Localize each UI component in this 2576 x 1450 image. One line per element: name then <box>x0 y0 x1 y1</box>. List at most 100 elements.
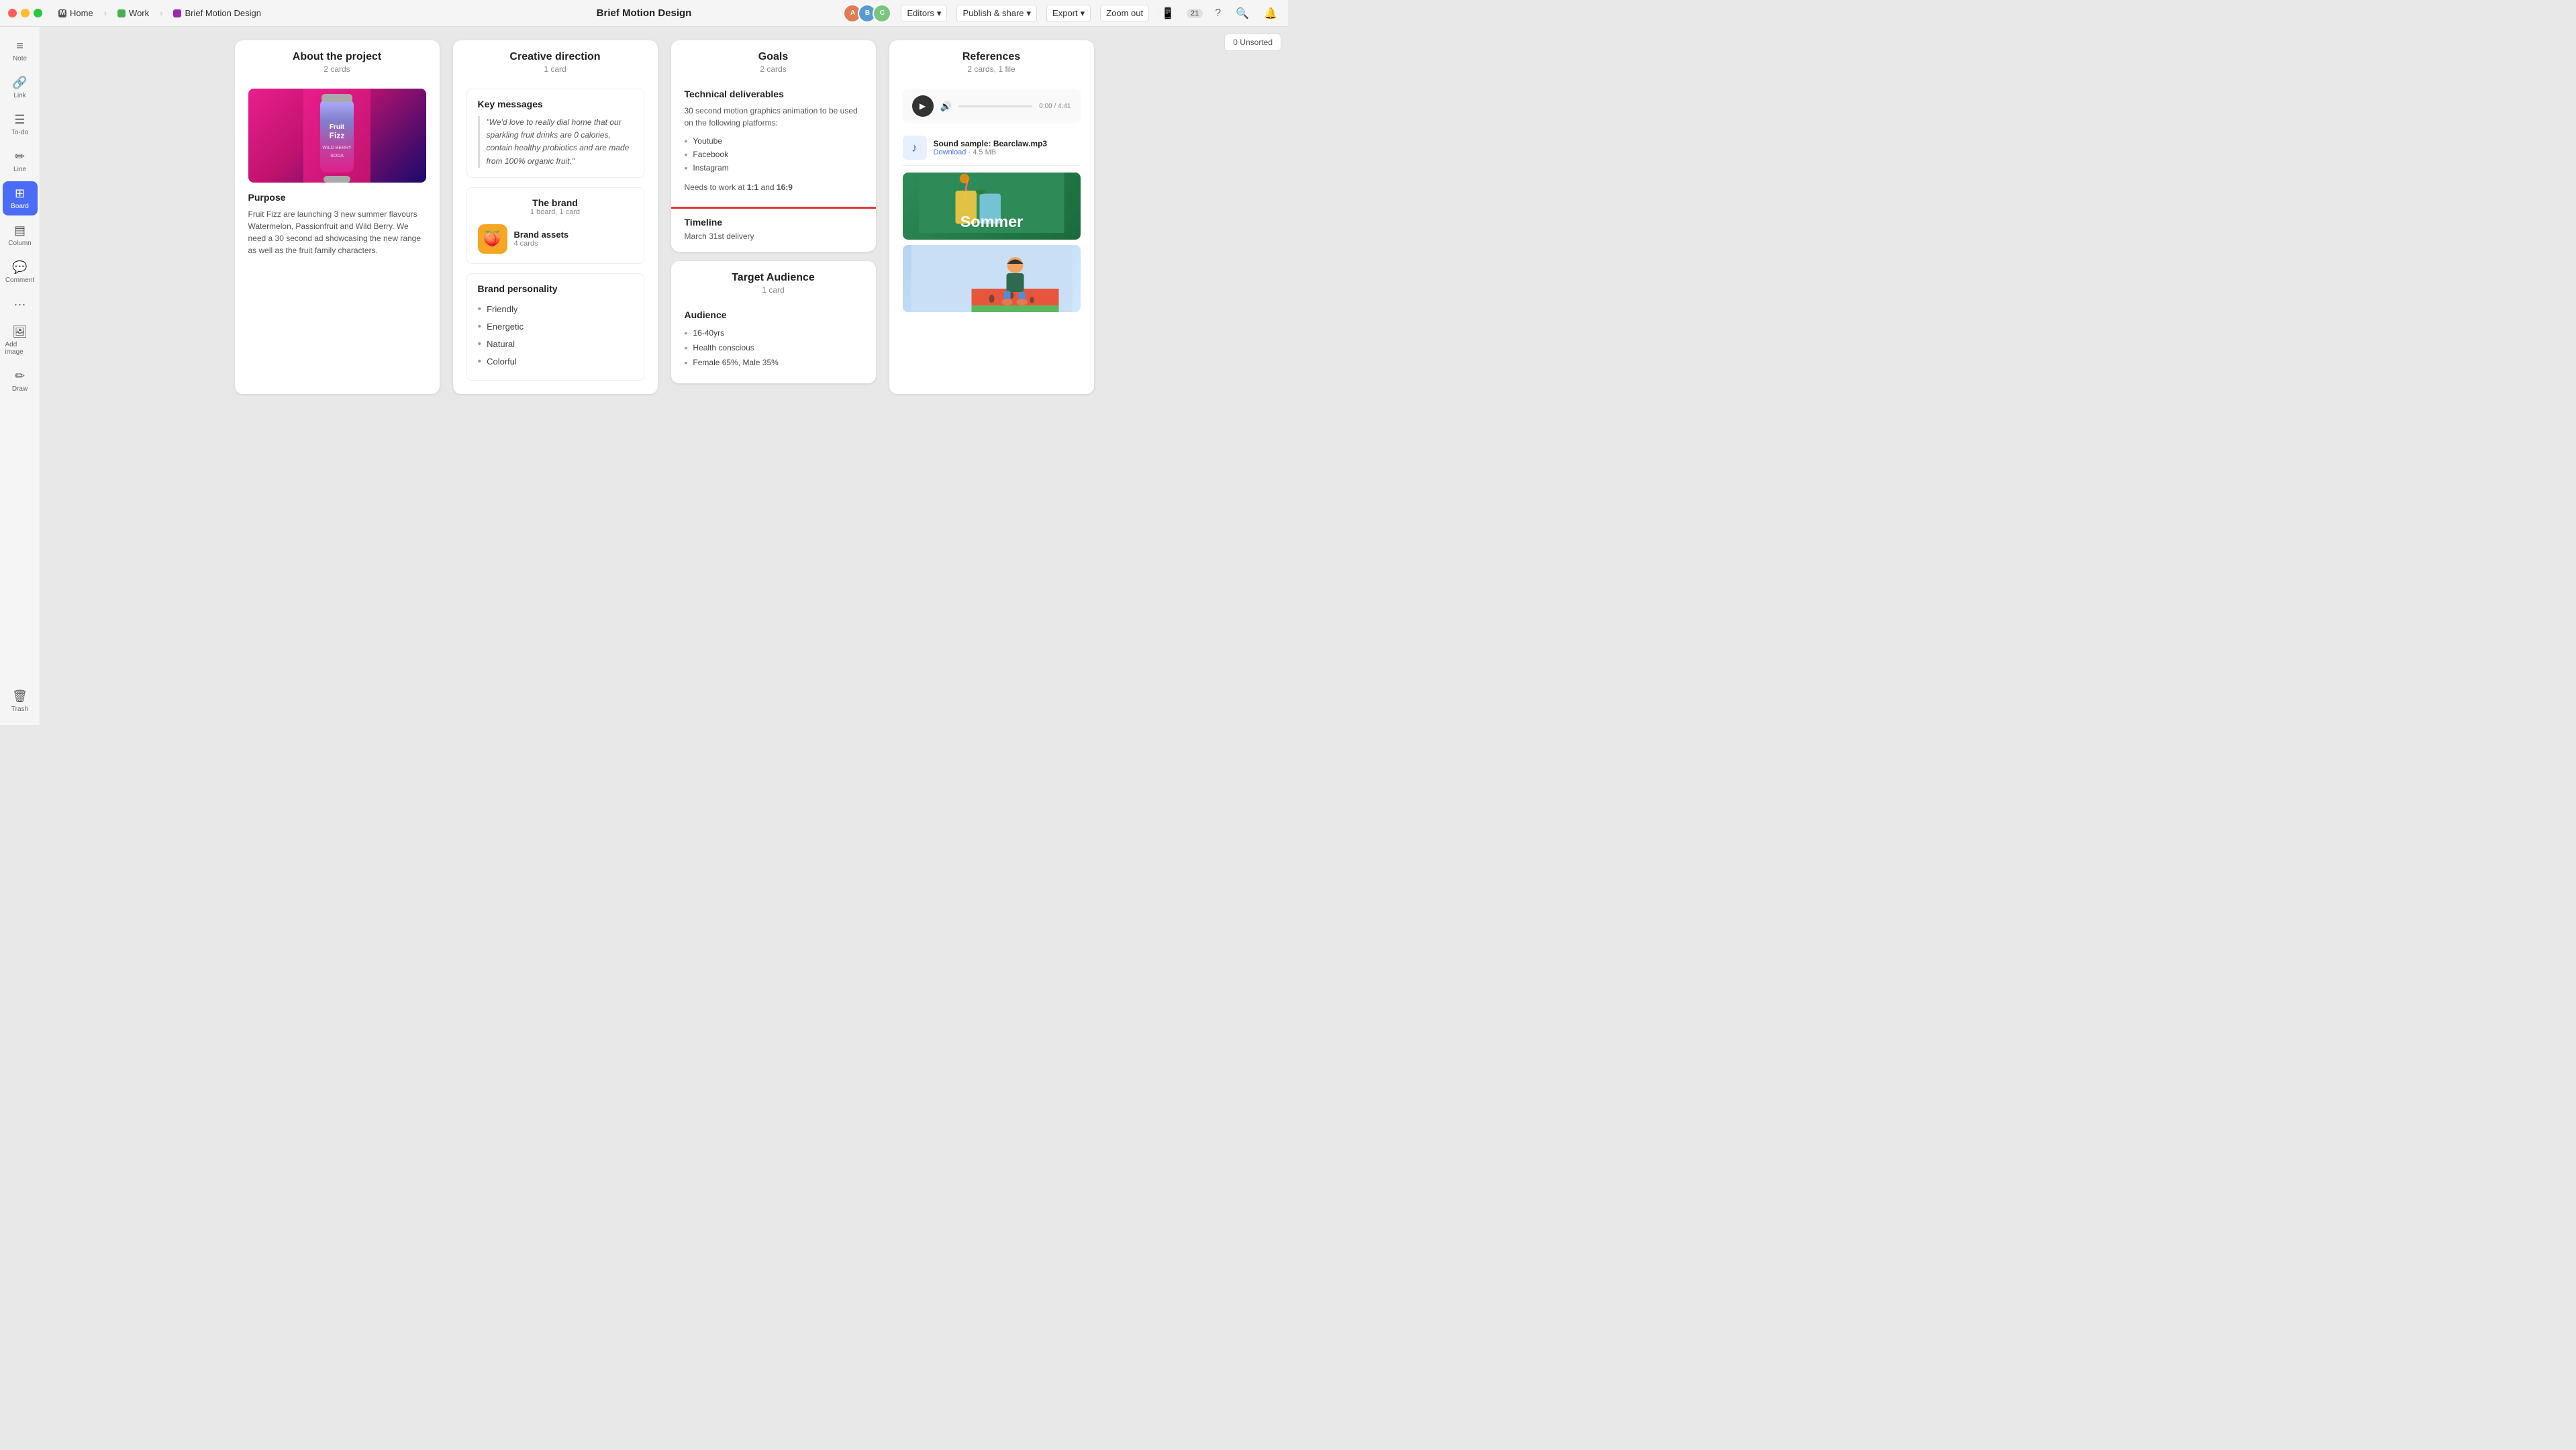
breadcrumb: M Home › Work › Brief Motion Design <box>53 5 266 21</box>
publish-share-button[interactable]: Publish & share ▾ <box>956 5 1037 22</box>
about-card: About the project 2 cards <box>235 40 440 394</box>
sidebar-item-comment[interactable]: 💬 Comment <box>3 255 38 289</box>
avatar-group: A B C <box>847 4 891 23</box>
home-icon: M <box>58 9 66 17</box>
download-link[interactable]: Download <box>934 148 967 156</box>
sound-file: ♪ Sound sample: Bearclaw.mp3 Download · … <box>903 130 1081 166</box>
more-icon: ··· <box>14 297 26 311</box>
timeline-section: Timeline March 31st delivery <box>671 209 876 252</box>
sidebar-item-board[interactable]: ⊞ Board <box>3 181 38 215</box>
audience-list: 16-40yrs Health conscious Female 65%, Ma… <box>685 326 862 370</box>
creative-title: Creative direction <box>466 51 644 63</box>
board-grid: About the project 2 cards <box>235 40 1094 394</box>
trait-energetic: Energetic <box>478 318 633 336</box>
nav-work[interactable]: Work <box>112 5 154 21</box>
platform-facebook: Facebook <box>685 148 862 161</box>
about-body: Fruit Fizz WILD BERRY SODA Purpose Fruit… <box>235 81 440 270</box>
purpose-title: Purpose <box>248 192 426 203</box>
km-title: Key messages <box>478 99 633 109</box>
personality-card: Brand personality Friendly Energetic Nat… <box>466 273 644 381</box>
reference-images: Sommer <box>903 173 1081 312</box>
sidebar-item-more[interactable]: ··· <box>3 292 38 317</box>
note-icon: ≡ <box>16 39 23 53</box>
line-icon: ✏ <box>15 150 25 164</box>
sidebar-item-draw[interactable]: ✏ Draw <box>3 364 38 398</box>
ta-subtitle: 1 card <box>685 285 862 295</box>
chevron-down-icon-3: ▾ <box>1081 8 1085 19</box>
bell-icon[interactable]: 🔔 <box>1261 4 1280 23</box>
close-button[interactable] <box>8 9 17 17</box>
device-icon[interactable]: 📱 <box>1158 4 1177 23</box>
sidebar-item-column[interactable]: ▤ Column <box>3 218 38 252</box>
play-button[interactable]: ▶ <box>912 95 934 117</box>
deliverables-intro: 30 second motion graphics animation to b… <box>685 105 862 129</box>
app-body: ≡ Note 🔗 Link ☰ To-do ✏ Line ⊞ Board ▤ C… <box>0 27 1288 725</box>
platform-youtube: Youtube <box>685 134 862 148</box>
nav-current[interactable]: Brief Motion Design <box>168 5 266 21</box>
fruit-can-svg: Fruit Fizz WILD BERRY SODA <box>303 89 370 183</box>
about-subtitle: 2 cards <box>248 64 426 74</box>
references-subtitle: 2 cards, 1 file <box>903 64 1081 74</box>
audio-player: ▶ 🔊 0:00 / 4:41 <box>903 89 1081 124</box>
audience-gender: Female 65%, Male 35% <box>685 355 862 370</box>
km-quote: "We'd love to really dial home that our … <box>478 116 633 168</box>
trait-natural: Natural <box>478 336 633 353</box>
volume-icon[interactable]: 🔊 <box>940 101 952 112</box>
trait-colorful: Colorful <box>478 353 633 371</box>
watermelon-svg <box>903 245 1081 312</box>
brand-card: The brand 1 board, 1 card 🍑 Brand assets… <box>466 187 644 264</box>
music-icon: ♪ <box>903 136 927 160</box>
column-icon: ▤ <box>14 224 26 238</box>
help-icon[interactable]: ? <box>1212 5 1224 22</box>
comment-icon: 💬 <box>12 260 27 275</box>
sidebar-item-note[interactable]: ≡ Note <box>3 34 38 68</box>
work-dot <box>117 9 126 17</box>
avatar-3: C <box>873 4 891 23</box>
references-title: References <box>903 51 1081 63</box>
platform-instagram: Instagram <box>685 161 862 175</box>
sidebar-item-link[interactable]: 🔗 Link <box>3 70 38 105</box>
minimize-button[interactable] <box>21 9 30 17</box>
goals-subtitle: 2 cards <box>685 64 862 74</box>
sidebar-item-trash[interactable]: 🗑 Trash <box>3 684 38 718</box>
brand-card-header: The brand 1 board, 1 card <box>478 197 633 216</box>
titlebar-right: A B C Editors ▾ Publish & share ▾ Export… <box>847 4 1280 23</box>
sidebar-item-todo[interactable]: ☰ To-do <box>3 107 38 142</box>
purpose-text: Fruit Fizz are launching 3 new summer fl… <box>248 208 426 256</box>
sidebar-item-addimage[interactable]: 🖼 Add image <box>3 320 38 361</box>
file-size: 4.5 MB <box>973 148 996 156</box>
chevron-down-icon-2: ▾ <box>1027 8 1032 19</box>
svg-text:SODA: SODA <box>330 154 344 158</box>
link-icon: 🔗 <box>12 76 27 90</box>
ta-header: Target Audience 1 card <box>671 261 876 301</box>
personality-list: Friendly Energetic Natural Colorful <box>478 301 633 371</box>
sidebar-item-line[interactable]: ✏ Line <box>3 144 38 179</box>
nav-current-label: Brief Motion Design <box>185 8 260 18</box>
progress-bar[interactable] <box>958 105 1032 107</box>
search-icon[interactable]: 🔍 <box>1233 4 1252 23</box>
fullscreen-button[interactable] <box>34 9 42 17</box>
brand-title: The brand <box>478 197 633 208</box>
main-canvas: 0 Unsorted About the project 2 cards <box>40 27 1288 725</box>
nav-separator-2: › <box>160 8 162 18</box>
sommer-image: Sommer <box>903 173 1081 240</box>
brand-subtitle: 1 board, 1 card <box>478 208 633 216</box>
zoom-button[interactable]: Zoom out <box>1100 5 1149 21</box>
personality-title: Brand personality <box>478 283 633 294</box>
traffic-lights <box>8 9 42 17</box>
deliverables-title: Technical deliverables <box>685 89 862 99</box>
file-download: Download · 4.5 MB <box>934 148 1048 156</box>
svg-text:Fruit: Fruit <box>330 124 345 131</box>
draw-icon: ✏ <box>15 369 25 383</box>
editors-button[interactable]: Editors ▾ <box>901 5 947 22</box>
target-audience-card: Target Audience 1 card Audience 16-40yrs… <box>671 261 876 383</box>
export-button[interactable]: Export ▾ <box>1046 5 1091 22</box>
nav-home[interactable]: M Home <box>53 5 99 21</box>
brand-assets-row[interactable]: 🍑 Brand assets 4 cards <box>478 224 633 254</box>
unsorted-button[interactable]: 0 Unsorted <box>1224 34 1281 51</box>
brand-assets-info: Brand assets 4 cards <box>514 230 569 248</box>
ta-title: Target Audience <box>685 272 862 284</box>
audience-section-title: Audience <box>685 309 862 320</box>
svg-text:Fizz: Fizz <box>330 131 345 140</box>
creative-body: Key messages "We'd love to really dial h… <box>453 81 658 394</box>
